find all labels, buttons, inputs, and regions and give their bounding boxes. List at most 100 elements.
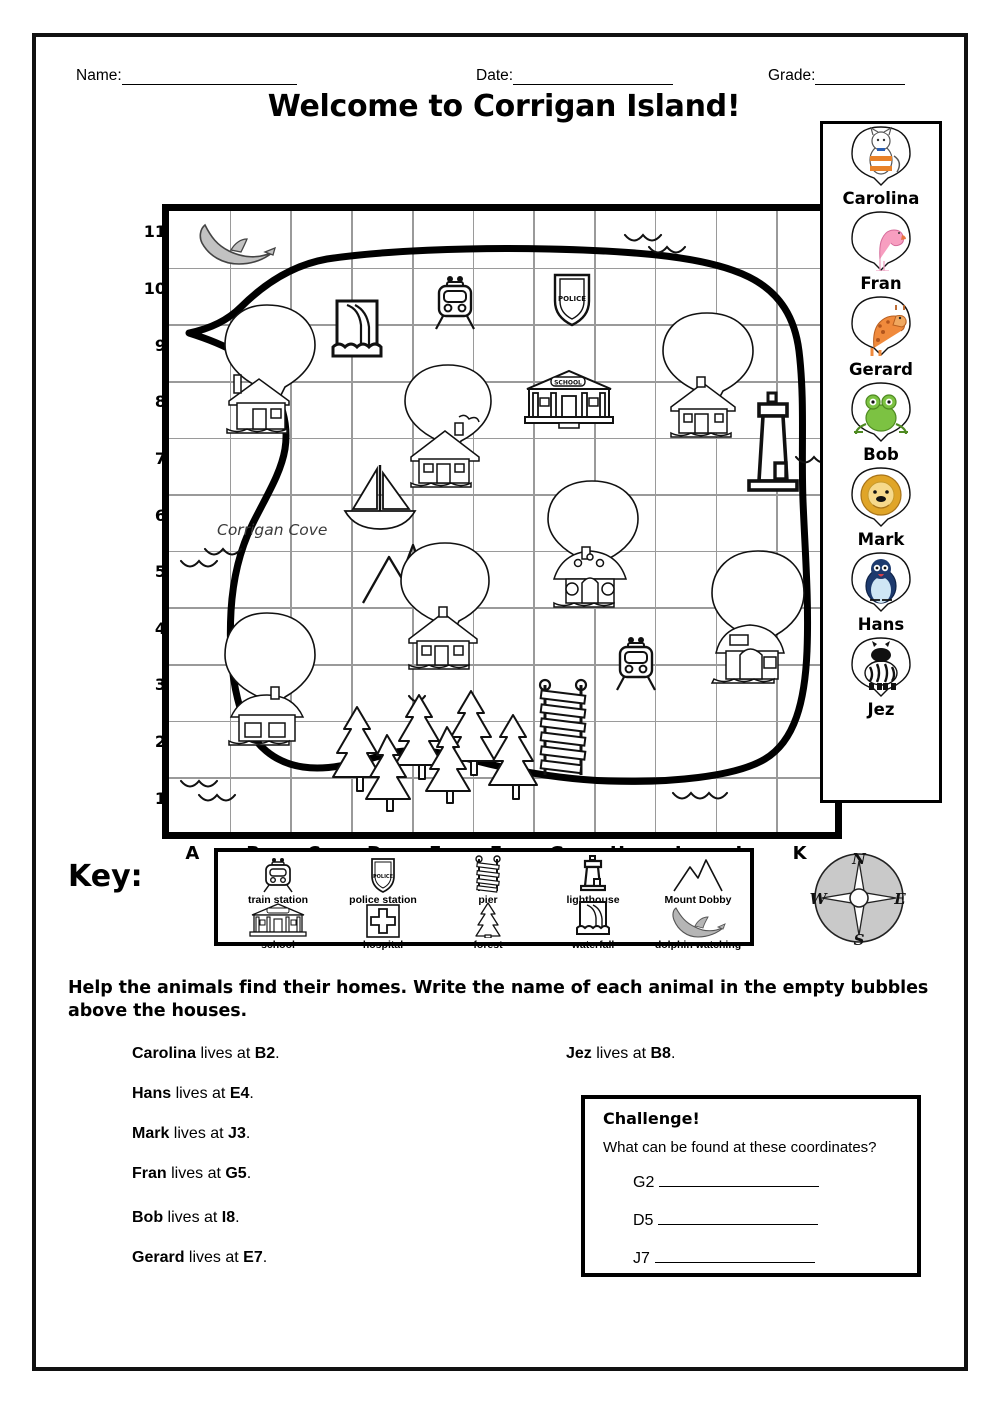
school-icon bbox=[224, 900, 332, 938]
date-field[interactable]: Date: bbox=[476, 67, 674, 85]
compass-south: S bbox=[854, 931, 865, 949]
animal-name: Carolina bbox=[132, 1045, 197, 1062]
name-input-rule[interactable] bbox=[121, 70, 297, 85]
animal-name: Gerard bbox=[849, 359, 913, 379]
answer-line: Fran lives at G5. bbox=[132, 1165, 252, 1182]
map-grid[interactable]: POLICE SCHOOL Corrigan Cove bbox=[162, 204, 842, 839]
train-icon bbox=[224, 855, 332, 893]
cat-icon bbox=[850, 126, 912, 186]
lives-at-text: lives at bbox=[166, 1165, 226, 1182]
coordinate: J3 bbox=[228, 1125, 246, 1142]
key-item-label: forest bbox=[473, 939, 503, 951]
corrigan-cove-label: Corrigan Cove bbox=[217, 521, 328, 539]
wave-icon bbox=[177, 773, 255, 809]
key-label: Key: bbox=[68, 859, 143, 894]
key-item-label: hospital bbox=[362, 939, 404, 951]
animal-name: Bob bbox=[132, 1209, 164, 1226]
answer-line: Mark lives at J3. bbox=[132, 1125, 251, 1142]
animal-legend-item: Mark bbox=[823, 465, 939, 550]
grade-label: Grade: bbox=[768, 67, 816, 84]
giraffe-icon bbox=[850, 296, 912, 359]
lion-icon bbox=[850, 467, 912, 527]
instructions-text: Help the animals find their homes. Write… bbox=[68, 978, 929, 1022]
house-with-bubble-g5 bbox=[542, 479, 642, 611]
animal-legend-panel: Carolina Fran Gerard Bob Mark Hans Jez bbox=[820, 121, 942, 803]
school-icon: SCHOOL bbox=[521, 367, 617, 429]
key-item-label: school bbox=[261, 939, 295, 951]
animal-name: Hans bbox=[132, 1085, 172, 1102]
animal-name: Jez bbox=[566, 1045, 592, 1062]
wave-icon bbox=[621, 225, 691, 255]
animal-legend-item: Jez bbox=[823, 635, 939, 720]
map-key-box: train station POLICE police station pier lig… bbox=[214, 848, 754, 951]
key-item: POLICE police station bbox=[329, 855, 437, 906]
animal-name: Fran bbox=[132, 1165, 167, 1182]
animal-name: Gerard bbox=[132, 1249, 185, 1266]
name-label: Name: bbox=[76, 67, 122, 84]
map-y-axis: 11 10 9 8 7 6 5 4 3 2 1 bbox=[130, 171, 166, 807]
grade-input-rule[interactable] bbox=[815, 70, 906, 85]
name-field[interactable]: Name: bbox=[76, 67, 297, 85]
coordinate: E7 bbox=[243, 1249, 263, 1266]
answer-line: Gerard lives at E7. bbox=[132, 1249, 268, 1266]
lives-at-text: lives at bbox=[171, 1085, 230, 1102]
challenge-coordinate-label: G2 bbox=[633, 1174, 655, 1191]
house-with-bubble-b2 bbox=[215, 611, 319, 747]
challenge-coordinate-label: J7 bbox=[633, 1250, 650, 1267]
grade-field[interactable]: Grade: bbox=[768, 67, 906, 85]
coordinate: B2 bbox=[254, 1045, 276, 1062]
zebra-icon bbox=[850, 637, 912, 698]
house-with-bubble-j3 bbox=[704, 549, 808, 685]
house-with-bubble-i8 bbox=[657, 311, 757, 439]
challenge-answer-rule[interactable] bbox=[658, 1211, 819, 1225]
dolphin-icon bbox=[644, 900, 752, 938]
mountain-icon bbox=[644, 855, 752, 893]
answer-line: Hans lives at E4. bbox=[132, 1085, 254, 1102]
date-label: Date: bbox=[476, 67, 514, 84]
animal-name: Mark bbox=[132, 1125, 170, 1142]
answer-line: Carolina lives at B2. bbox=[132, 1045, 280, 1062]
key-item-label: dolphin watching bbox=[654, 939, 742, 951]
key-item: Mount Dobby bbox=[644, 855, 752, 906]
penguin-icon bbox=[850, 552, 912, 612]
house-with-bubble-b8 bbox=[215, 303, 319, 437]
animal-legend-item: Carolina bbox=[823, 124, 939, 209]
lives-at-text: lives at bbox=[184, 1249, 244, 1266]
challenge-answer-rule[interactable] bbox=[654, 1249, 815, 1263]
page-border: Name: Date: Grade: Welcome to Corrigan I… bbox=[32, 33, 968, 1371]
frog-icon bbox=[850, 381, 912, 442]
train-icon bbox=[433, 273, 477, 331]
hospital-cross-icon bbox=[329, 900, 437, 938]
lighthouse-icon bbox=[539, 855, 647, 893]
key-item: dolphin watching bbox=[644, 900, 752, 951]
animal-name: Jez bbox=[867, 700, 895, 720]
key-item: pier bbox=[434, 855, 542, 906]
challenge-answer-rule[interactable] bbox=[659, 1173, 820, 1187]
challenge-box: Challenge! What can be found at these co… bbox=[581, 1095, 921, 1277]
challenge-coordinate-row[interactable]: J7 bbox=[633, 1249, 815, 1268]
date-input-rule[interactable] bbox=[513, 70, 674, 85]
lives-at-text: lives at bbox=[196, 1045, 255, 1062]
key-item: waterfall bbox=[539, 900, 647, 951]
pier-icon bbox=[434, 855, 542, 893]
train-icon bbox=[614, 634, 658, 692]
pine-tree-icon bbox=[321, 690, 551, 812]
coordinate: I8 bbox=[221, 1209, 236, 1226]
svg-text:POLICE: POLICE bbox=[373, 874, 394, 880]
wave-icon bbox=[669, 781, 747, 813]
key-item-label: waterfall bbox=[571, 939, 615, 951]
challenge-title: Challenge! bbox=[603, 1109, 700, 1128]
coordinate: B8 bbox=[650, 1045, 671, 1062]
animal-legend-item: Fran bbox=[823, 209, 939, 294]
challenge-coordinate-row[interactable]: D5 bbox=[633, 1211, 819, 1230]
compass-east: E bbox=[893, 890, 906, 908]
lives-at-text: lives at bbox=[163, 1209, 222, 1226]
map-container: 11 10 9 8 7 6 5 4 3 2 1 POLICE SCHOOL Co… bbox=[130, 171, 842, 864]
waterfall-icon bbox=[539, 900, 647, 938]
coordinate: E4 bbox=[229, 1085, 250, 1102]
dolphin-icon bbox=[195, 219, 277, 269]
waterfall-icon bbox=[331, 295, 385, 365]
challenge-coordinate-row[interactable]: G2 bbox=[633, 1173, 820, 1192]
key-item: forest bbox=[434, 900, 542, 951]
animal-name: Carolina bbox=[842, 189, 920, 209]
